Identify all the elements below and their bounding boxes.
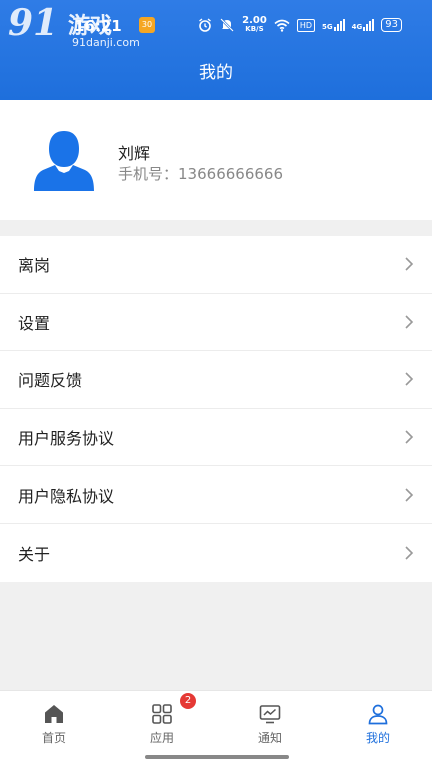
phone-number: 手机号：13666666666 [118, 163, 283, 184]
home-icon [45, 705, 63, 723]
net-type-2: 4G [351, 23, 363, 31]
menu-item-label: 关于 [18, 544, 51, 564]
chevron-right-icon [405, 546, 414, 560]
watermark-number: 91 [8, 2, 59, 44]
status-time: 16:21 [74, 17, 122, 35]
profile-card[interactable]: 刘辉 手机号：13666666666 [0, 100, 432, 220]
mute-icon [220, 18, 234, 32]
watermark-url: 91danji.com [72, 36, 140, 49]
signal-5g: 5G [322, 19, 345, 31]
user-name: 刘辉 [118, 144, 151, 163]
notification-app-icon: 30 [139, 17, 155, 33]
tab-label: 通知 [257, 731, 282, 745]
chevron-right-icon [405, 315, 414, 329]
alarm-icon [199, 18, 212, 32]
chevron-right-icon [405, 430, 414, 444]
person-icon [368, 704, 388, 725]
menu-item-label: 用户服务协议 [18, 429, 115, 449]
menu-item-label: 问题反馈 [18, 371, 83, 391]
page-title: 我的 [199, 63, 233, 83]
hd-voice-icon: HD [296, 18, 316, 32]
monitor-icon [259, 705, 281, 724]
net-type-1: 5G [322, 23, 333, 31]
tab-label: 我的 [365, 731, 390, 745]
status-bar: 91 游戏 91danji.com 16:21 30 2.00 KB/S HD … [0, 0, 432, 49]
home-indicator[interactable] [145, 755, 289, 759]
signal-bars-icon [363, 19, 375, 31]
menu-item-service-agreement[interactable]: 用户服务协议 [0, 409, 432, 467]
network-speed: 2.00 KB/S [242, 16, 267, 34]
menu-item-label: 离岗 [18, 256, 51, 276]
signal-4g: 4G [352, 19, 375, 31]
speed-value: 2.00 [242, 15, 267, 26]
header: 91 游戏 91danji.com 16:21 30 2.00 KB/S HD … [0, 0, 432, 100]
menu-item-settings[interactable]: 设置 [0, 294, 432, 352]
speed-unit: KB/S [245, 25, 264, 33]
chevron-right-icon [405, 372, 414, 387]
tab-home[interactable]: 首页 [0, 691, 108, 768]
menu-item-feedback[interactable]: 问题反馈 [0, 351, 432, 409]
menu-item-leave-post[interactable]: 离岗 [0, 236, 432, 294]
apps-grid-icon [152, 704, 172, 724]
apps-badge: 2 [180, 693, 196, 709]
signal-bars-icon [333, 19, 345, 31]
menu-item-privacy-agreement[interactable]: 用户隐私协议 [0, 466, 432, 524]
status-icons: 2.00 KB/S HD 5G 4G 93 [198, 16, 402, 34]
menu-item-label: 设置 [18, 313, 51, 333]
phone-label: 手机号： [118, 165, 179, 183]
avatar[interactable] [33, 127, 95, 191]
tab-label: 应用 [149, 731, 174, 745]
chevron-right-icon [405, 257, 414, 271]
tab-label: 首页 [41, 731, 66, 745]
phone-value: 13666666666 [178, 165, 283, 183]
battery-icon: 93 [381, 18, 402, 32]
menu-item-label: 用户隐私协议 [18, 486, 115, 506]
tab-mine[interactable]: 我的 [324, 691, 432, 768]
settings-menu: 离岗 设置 问题反馈 用户服务协议 用户隐私协议 关于 [0, 236, 432, 582]
menu-item-about[interactable]: 关于 [0, 524, 432, 582]
wifi-icon [274, 19, 290, 32]
chevron-right-icon [405, 488, 414, 502]
